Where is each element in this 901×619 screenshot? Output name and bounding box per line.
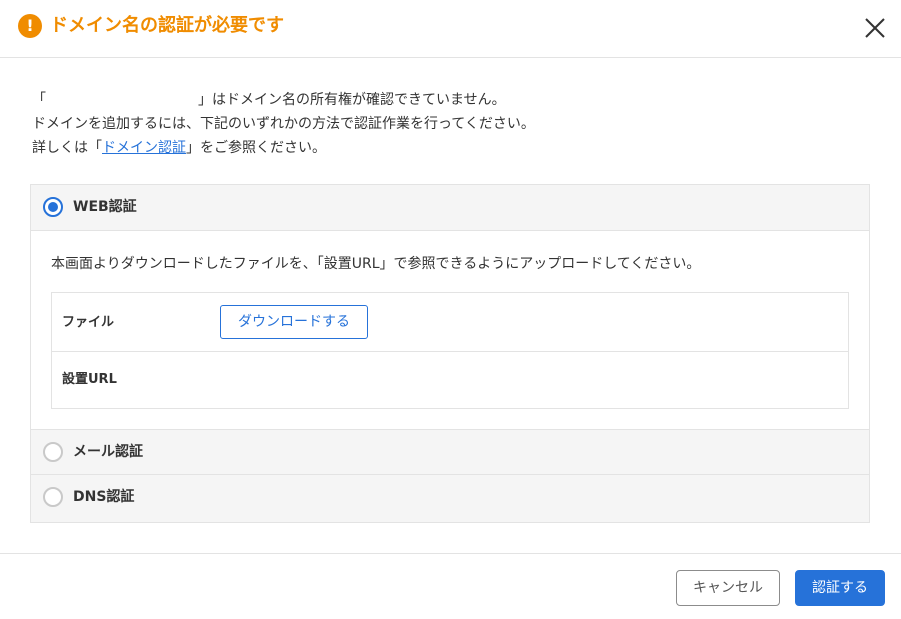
- radio-mail-auth[interactable]: [43, 442, 63, 462]
- radio-dns-auth[interactable]: [43, 487, 63, 507]
- web-auth-description: 本画面よりダウンロードしたファイルを、「設置URL」で参照できるようにアップロー…: [51, 256, 701, 272]
- option-web-auth[interactable]: WEB認証: [31, 185, 869, 231]
- intro-line-1: 「 」はドメイン名の所有権が確認できていません。: [32, 88, 872, 112]
- install-url-label: 設置URL: [62, 372, 117, 387]
- close-button[interactable]: [862, 15, 888, 41]
- intro-text: 「 」はドメイン名の所有権が確認できていません。 ドメインを追加するには、下記のい…: [32, 88, 872, 160]
- intro-line-3-suffix: 」をご参照ください。: [186, 140, 326, 156]
- warning-icon: !: [18, 14, 42, 38]
- intro-line-3-prefix: 詳しくは「: [32, 140, 102, 156]
- authenticate-button[interactable]: 認証する: [795, 570, 885, 606]
- auth-method-options: WEB認証 本画面よりダウンロードしたファイルを、「設置URL」で参照できるよう…: [30, 184, 870, 523]
- domain-auth-help-link[interactable]: ドメイン認証: [102, 140, 186, 156]
- intro-line-2: ドメインを追加するには、下記のいずれかの方法で認証作業を行ってください。: [32, 116, 535, 132]
- web-auth-table: ファイル ダウンロードする 設置URL: [51, 292, 849, 409]
- option-mail-auth[interactable]: メール認証: [31, 429, 869, 475]
- download-button[interactable]: ダウンロードする: [220, 305, 368, 339]
- dialog-footer: キャンセル 認証する: [0, 553, 901, 619]
- file-row: ファイル ダウンロードする: [52, 293, 848, 352]
- close-icon: [865, 18, 885, 38]
- intro-bracket-open: 「: [32, 92, 46, 108]
- file-row-label: ファイル: [62, 315, 115, 330]
- dialog-title: ドメイン名の認証が必要です: [50, 15, 284, 36]
- option-mail-auth-label: メール認証: [73, 444, 143, 460]
- domain-auth-dialog: ! ドメイン名の認証が必要です 「 」はドメイン名の所有権が確認できていません。 …: [0, 0, 901, 619]
- intro-line-3: 詳しくは「ドメイン認証」をご参照ください。: [32, 136, 872, 160]
- option-dns-auth-label: DNS認証: [73, 489, 135, 505]
- install-url-row: 設置URL: [52, 352, 848, 408]
- intro-line-1-text: 」はドメイン名の所有権が確認できていません。: [198, 92, 506, 108]
- web-auth-panel: 本画面よりダウンロードしたファイルを、「設置URL」で参照できるようにアップロー…: [31, 231, 869, 429]
- option-web-auth-label: WEB認証: [73, 199, 137, 215]
- cancel-button[interactable]: キャンセル: [676, 570, 780, 606]
- radio-web-auth[interactable]: [43, 197, 63, 217]
- option-dns-auth[interactable]: DNS認証: [31, 475, 869, 522]
- dialog-header: ! ドメイン名の認証が必要です: [0, 0, 901, 58]
